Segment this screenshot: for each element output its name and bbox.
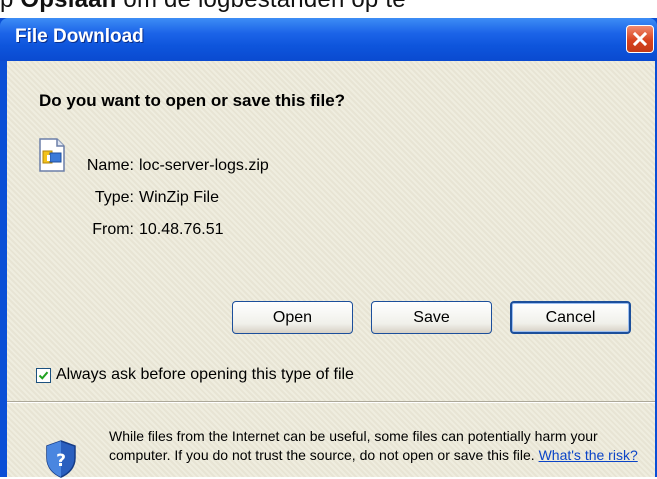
- file-name-row: Name: loc-server-logs.zip: [75, 157, 269, 175]
- checkmark-icon: [38, 371, 49, 380]
- open-button[interactable]: Open: [232, 301, 353, 334]
- file-source-row: From: 10.48.76.51: [75, 221, 224, 239]
- divider: [7, 401, 655, 403]
- warning-message: While files from the Internet can be use…: [109, 428, 598, 463]
- file-name-value: loc-server-logs.zip: [139, 157, 269, 174]
- dialog-body: Do you want to open or save this file? N…: [7, 61, 655, 478]
- file-name-label: Name:: [86, 157, 134, 174]
- save-button[interactable]: Save: [371, 301, 492, 334]
- svg-text:?: ?: [56, 451, 66, 471]
- file-type-label: Type:: [94, 189, 134, 206]
- always-ask-checkbox[interactable]: [36, 368, 51, 383]
- file-source-value: 10.48.76.51: [139, 221, 224, 238]
- dialog-title: File Download: [15, 26, 144, 47]
- warning-text: While files from the Internet can be use…: [109, 427, 639, 465]
- background-caption-bold: Opslaan: [20, 0, 116, 13]
- background-caption: p Opslaan om de logbestanden op te: [0, 0, 406, 14]
- background-caption-prefix: p: [0, 0, 20, 13]
- shield-icon: ?: [46, 440, 76, 478]
- file-type-row: Type: WinZip File: [75, 189, 219, 207]
- file-download-dialog: File Download Do you want to open or sav…: [0, 18, 657, 478]
- background-caption-suffix: om de logbestanden op te: [117, 0, 406, 13]
- cancel-button[interactable]: Cancel: [510, 301, 631, 334]
- close-icon: [632, 31, 648, 47]
- whats-the-risk-link[interactable]: What's the risk?: [539, 447, 638, 463]
- title-bar[interactable]: File Download: [0, 18, 657, 61]
- winzip-file-icon: [39, 138, 65, 172]
- always-ask-label[interactable]: Always ask before opening this type of f…: [56, 366, 354, 384]
- file-type-value: WinZip File: [139, 189, 220, 206]
- file-source-label: From:: [92, 221, 134, 238]
- dialog-question: Do you want to open or save this file?: [39, 91, 346, 110]
- close-button[interactable]: [626, 25, 654, 53]
